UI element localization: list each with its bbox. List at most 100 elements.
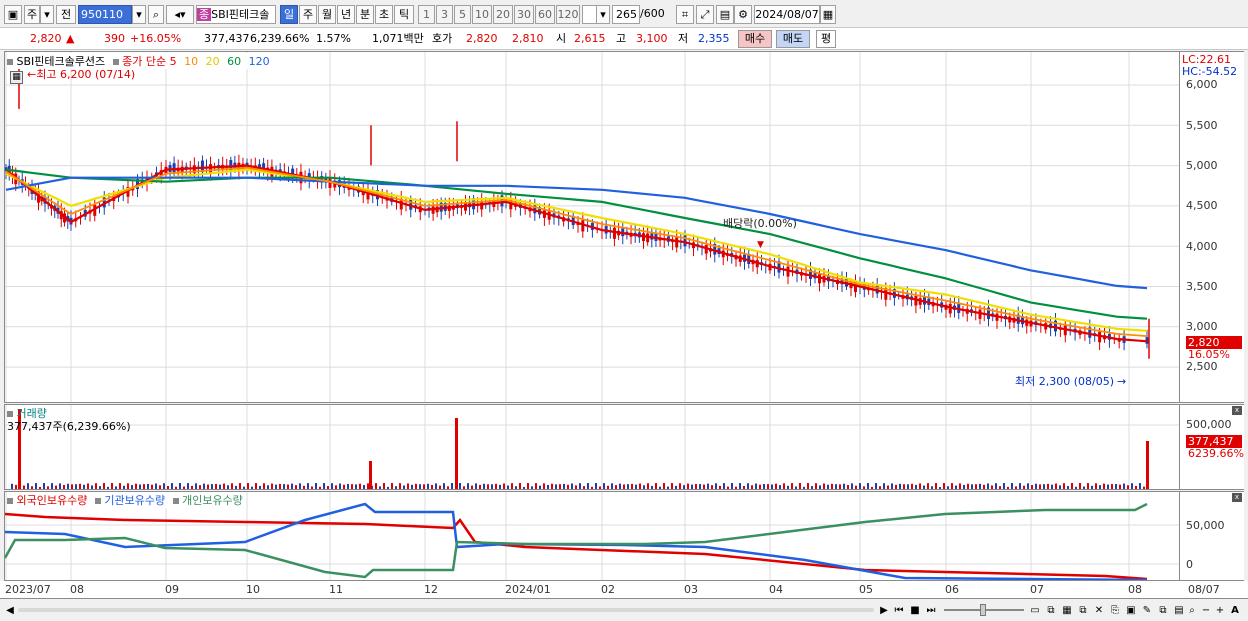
zoom-in-icon[interactable]: + <box>1214 603 1226 618</box>
avg-button[interactable]: 평 <box>816 30 836 48</box>
last-volume-pct-tag: 6239.66% <box>1188 447 1244 460</box>
volume-bar <box>79 483 81 489</box>
layout-icon[interactable]: ▭ <box>1028 603 1042 618</box>
volume-bar <box>543 483 545 489</box>
volume-bar <box>195 483 197 489</box>
interval-60[interactable]: 60 <box>535 5 555 24</box>
draw-icon[interactable]: ✎ <box>1140 603 1154 618</box>
window-icon[interactable]: ▣ <box>4 5 22 24</box>
interval-5[interactable]: 5 <box>454 5 471 24</box>
split-icon[interactable]: ⧉ <box>1044 603 1058 618</box>
volume-bar <box>679 483 681 489</box>
zoom-icon[interactable]: ⌕ <box>1186 603 1198 618</box>
date-input[interactable]: 2024/08/07 <box>754 5 820 24</box>
zoom-out-icon[interactable]: − <box>1200 603 1212 618</box>
chart-settings-icon[interactable]: ⌗ <box>676 5 694 24</box>
tab-period-year[interactable]: 년 <box>337 5 355 24</box>
volume-bar <box>1003 483 1005 489</box>
gear-icon[interactable]: ⚙ <box>734 5 752 24</box>
interval-dropdown-icon[interactable]: ▾ <box>596 5 610 24</box>
buy-button[interactable]: 매수 <box>738 30 772 48</box>
volume-bar <box>63 484 65 489</box>
market-dropdown-icon[interactable]: ▾ <box>40 5 54 24</box>
cross-icon[interactable]: ✕ <box>1092 603 1106 618</box>
rewind-icon[interactable]: ⏮ <box>892 603 906 618</box>
holders-panel[interactable]: 외국인보유수량 기관보유수량 개인보유수량 <box>4 491 1180 581</box>
interval-3[interactable]: 3 <box>436 5 453 24</box>
volume-bar <box>99 486 101 489</box>
volume-bar <box>603 483 605 489</box>
y-tick: 50,000 <box>1186 519 1225 532</box>
calendar-icon[interactable]: ▦ <box>10 71 23 84</box>
stop-icon[interactable]: ■ <box>908 603 922 618</box>
crosshair-icon[interactable]: ⤢ <box>696 5 714 24</box>
volume-bar <box>235 485 237 489</box>
stock-code-input[interactable]: 950110 <box>78 5 132 24</box>
volume-bar <box>127 483 129 489</box>
scope-button[interactable]: 전 <box>56 5 76 24</box>
interval-1[interactable]: 1 <box>418 5 435 24</box>
compare-icon[interactable]: ⧉ <box>1076 603 1090 618</box>
volume-bar <box>867 483 869 489</box>
save-icon[interactable]: ▤ <box>1172 603 1186 618</box>
candle-body <box>683 235 687 247</box>
save-icon[interactable]: ▤ <box>716 5 734 24</box>
volume-bar <box>175 486 177 489</box>
scroll-track[interactable] <box>18 608 874 612</box>
sell-button[interactable]: 매도 <box>776 30 810 48</box>
close-icon[interactable]: x <box>1232 493 1242 502</box>
volume-bar <box>1087 483 1089 489</box>
restore-icon[interactable]: ⧉ <box>1156 603 1170 618</box>
fast-forward-icon[interactable]: ⏭ <box>924 603 938 618</box>
volume-bar <box>967 483 969 489</box>
interval-30[interactable]: 30 <box>514 5 534 24</box>
copy-icon[interactable]: ⎘ <box>1108 603 1122 618</box>
volume-bar <box>511 483 513 489</box>
volume-bar <box>1035 483 1037 489</box>
tab-period-month[interactable]: 월 <box>318 5 336 24</box>
tab-period-tick[interactable]: 틱 <box>394 5 414 24</box>
volume-bar <box>731 483 733 489</box>
search-icon[interactable]: ⌕ <box>148 5 164 24</box>
volume-bar <box>879 486 881 489</box>
volume-bar <box>47 486 49 489</box>
volume-bar <box>827 484 829 489</box>
tab-period-week[interactable]: 주 <box>299 5 317 24</box>
volume-panel[interactable]: 거래량 377,437주(6,239.66%) <box>4 404 1180 490</box>
tab-period-day[interactable]: 일 <box>280 5 298 24</box>
interval-120[interactable]: 120 <box>556 5 580 24</box>
interval-10[interactable]: 10 <box>472 5 492 24</box>
scroll-left-icon[interactable]: ◀ <box>4 603 16 618</box>
interval-20[interactable]: 20 <box>493 5 513 24</box>
price-chart-panel[interactable]: SBI핀테크솔루션즈 종가 단순 5 10 20 60 120 ▦ ←최고 6,… <box>4 51 1180 403</box>
code-dropdown-icon[interactable]: ▾ <box>132 5 146 24</box>
close-icon[interactable]: x <box>1232 406 1242 415</box>
volume-bar <box>643 485 645 489</box>
volume-bar <box>923 485 925 489</box>
ex-dividend-note: 배당락(0.00%) <box>723 217 797 230</box>
volume-bar <box>59 483 61 489</box>
volume-bar <box>471 485 473 489</box>
volume-bar <box>159 485 161 489</box>
volume-bar <box>431 484 433 489</box>
tab-period-second[interactable]: 초 <box>375 5 393 24</box>
volume-spike <box>1146 441 1149 489</box>
calendar-icon[interactable]: ▦ <box>820 5 836 24</box>
scroll-right-icon[interactable]: ▶ <box>878 603 890 618</box>
grid-icon[interactable]: ▦ <box>1060 603 1074 618</box>
last-pct-tag: 16.05% <box>1188 348 1230 361</box>
market-mode[interactable]: 주 <box>24 5 40 24</box>
volume-bar <box>403 485 405 489</box>
volume-bar <box>247 483 249 489</box>
tab-period-minute[interactable]: 분 <box>356 5 374 24</box>
volume-bar <box>255 483 257 489</box>
window-icon[interactable]: ▣ <box>1124 603 1138 618</box>
volume-bar <box>1103 483 1105 489</box>
count-input[interactable]: 265 <box>612 5 640 24</box>
sound-icon[interactable]: ◂▾ <box>166 5 194 24</box>
zoom-slider-handle[interactable] <box>980 604 986 616</box>
volume-bar <box>103 483 105 489</box>
y-tick: 5,500 <box>1186 119 1218 132</box>
auto-scale-icon[interactable]: A <box>1228 603 1242 618</box>
volume-bar <box>835 484 837 489</box>
